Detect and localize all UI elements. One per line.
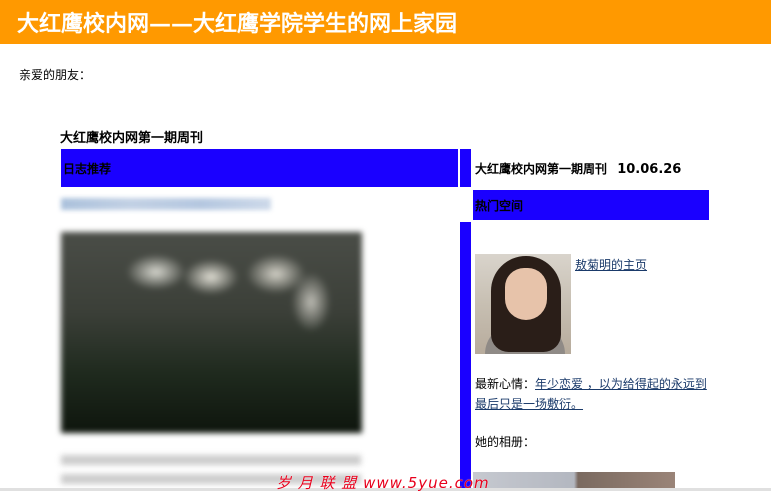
blog-post-image (61, 232, 362, 433)
blog-post-link[interactable] (61, 198, 271, 210)
hot-space-label: 热门空间 (475, 199, 524, 213)
blog-recommend-label: 日志推荐 (63, 162, 112, 176)
issue-title: 大红鹰校内网第一期周刊 (60, 131, 204, 146)
divider-bar (460, 222, 471, 491)
avatar[interactable] (475, 254, 571, 354)
greeting-text: 亲爱的朋友： (19, 68, 92, 82)
weekly-title-text: 大红鹰校内网第一期周刊 (475, 162, 608, 176)
watermark-text: 岁 月 联 盟 www.5yue.com (276, 474, 490, 492)
latest-mood: 最新心情：年少恋爱 ，以为给得起的永远到最后只是一场敷衍。 (475, 374, 710, 414)
mood-label: 最新心情： (475, 377, 536, 391)
album-label: 她的相册： (475, 435, 536, 449)
top-banner: 大红鹰校内网——大红鹰学院学生的网上家园 (0, 0, 771, 44)
weekly-title: 大红鹰校内网第一期周刊 10.06.26 (475, 160, 681, 177)
user-homepage-link[interactable]: 敖菊明的主页 (575, 256, 647, 273)
blog-excerpt-line (61, 455, 361, 465)
weekly-date: 10.06.26 (617, 162, 682, 177)
blog-recommend-header: 日志推荐 (61, 149, 458, 187)
site-title: 大红鹰校内网——大红鹰学院学生的网上家园 (17, 11, 458, 37)
hot-space-header: 热门空间 (473, 190, 709, 220)
divider-bar (460, 149, 471, 187)
